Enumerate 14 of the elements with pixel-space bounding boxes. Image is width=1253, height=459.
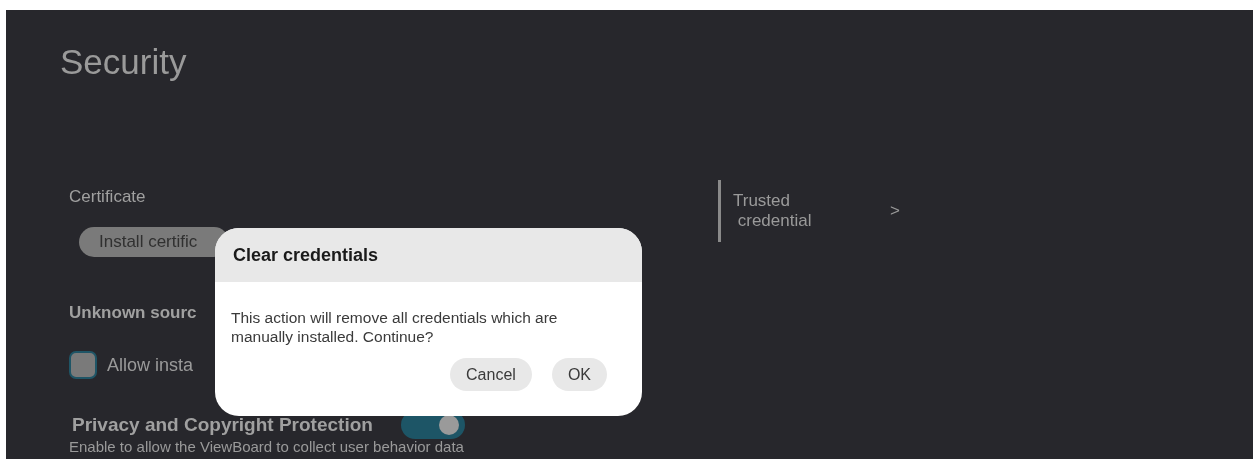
checkbox[interactable] — [69, 351, 97, 379]
chevron-icon: > — [890, 201, 900, 221]
menu-item[interactable]: Trusted credential > — [718, 180, 918, 242]
menu-item-label: Trusted credential — [733, 191, 813, 231]
section-label: Certificate — [69, 187, 146, 207]
checkbox-label: Allow insta — [107, 354, 194, 376]
dialog-message: This action will remove all credentials which are manually installed. Continue? — [231, 308, 559, 346]
section-heading: Privacy and Copyright Protection — [72, 414, 373, 436]
section-heading: Unknown sourc — [69, 303, 197, 323]
dialog-title: Clear credentials — [233, 244, 379, 266]
dialog-button[interactable]: Cancel — [450, 358, 532, 391]
dialog-button[interactable]: OK — [551, 358, 607, 391]
page-title: Security — [60, 42, 187, 82]
description-text: Enable to allow the ViewBoard to collect user behavior data — [69, 439, 464, 455]
